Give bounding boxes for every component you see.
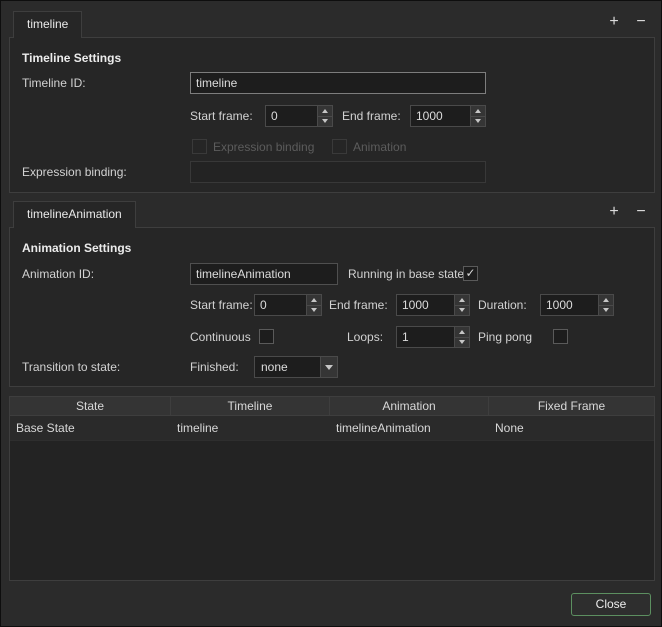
column-header-timeline: Timeline bbox=[171, 397, 330, 415]
spin-up-icon[interactable] bbox=[455, 327, 469, 338]
tab-timeline-animation[interactable]: timelineAnimation bbox=[13, 201, 136, 228]
spinner-buttons bbox=[470, 106, 485, 126]
column-header-fixed-frame: Fixed Frame bbox=[489, 397, 654, 415]
spin-down-icon[interactable] bbox=[599, 306, 613, 316]
spinner-buttons bbox=[598, 295, 613, 315]
animation-checkbox bbox=[332, 139, 347, 154]
states-table: State Timeline Animation Fixed Frame Bas… bbox=[9, 396, 655, 581]
spinner-buttons bbox=[454, 327, 469, 347]
minus-icon: − bbox=[636, 13, 645, 30]
anim-start-frame-value: 0 bbox=[255, 295, 306, 315]
spinner-buttons bbox=[317, 106, 332, 126]
spin-up-icon[interactable] bbox=[599, 295, 613, 306]
spin-up-icon[interactable] bbox=[471, 106, 485, 117]
close-button[interactable]: Close bbox=[571, 593, 651, 616]
tab-timeline-animation-label: timelineAnimation bbox=[27, 207, 122, 221]
transition-to-state-label: Transition to state: bbox=[22, 356, 120, 378]
spin-down-icon[interactable] bbox=[307, 306, 321, 316]
tab-timeline-label: timeline bbox=[27, 17, 68, 31]
timeline-id-input[interactable] bbox=[190, 72, 486, 94]
column-header-animation: Animation bbox=[330, 397, 489, 415]
check-icon: ✓ bbox=[465, 266, 475, 280]
start-frame-spinbox[interactable]: 0 bbox=[265, 105, 333, 127]
expression-binding-input bbox=[190, 161, 486, 183]
expression-binding-checkbox bbox=[192, 139, 207, 154]
animation-settings-title: Animation Settings bbox=[22, 241, 131, 255]
duration-value: 1000 bbox=[541, 295, 598, 315]
column-header-state: State bbox=[10, 397, 171, 415]
timeline-settings-title: Timeline Settings bbox=[22, 51, 121, 65]
spinner-buttons bbox=[306, 295, 321, 315]
add-animation-button[interactable]: + bbox=[604, 203, 624, 223]
cell-animation: timelineAnimation bbox=[330, 416, 489, 440]
start-frame-label: Start frame: bbox=[190, 105, 253, 127]
plus-icon: + bbox=[609, 13, 618, 30]
cell-timeline: timeline bbox=[171, 416, 330, 440]
spinner-buttons bbox=[454, 295, 469, 315]
anim-end-frame-spinbox[interactable]: 1000 bbox=[396, 294, 470, 316]
spin-up-icon[interactable] bbox=[307, 295, 321, 306]
add-timeline-button[interactable]: + bbox=[604, 13, 624, 33]
table-header-row: State Timeline Animation Fixed Frame bbox=[10, 397, 654, 416]
start-frame-value: 0 bbox=[266, 106, 317, 126]
expression-binding-label: Expression binding: bbox=[22, 161, 127, 183]
timeline-id-label: Timeline ID: bbox=[22, 72, 86, 94]
minus-icon: − bbox=[636, 203, 645, 220]
running-in-base-state-label: Running in base state bbox=[348, 263, 464, 285]
anim-end-frame-label: End frame: bbox=[329, 294, 388, 316]
spin-down-icon[interactable] bbox=[455, 306, 469, 316]
spin-down-icon[interactable] bbox=[318, 117, 332, 127]
end-frame-spinbox[interactable]: 1000 bbox=[410, 105, 486, 127]
plus-icon: + bbox=[609, 203, 618, 220]
loops-spinbox[interactable]: 1 bbox=[396, 326, 470, 348]
animation-checkbox-label: Animation bbox=[353, 136, 406, 158]
anim-start-frame-label: Start frame: bbox=[190, 294, 253, 316]
timeline-settings-dialog: timeline + − Timeline Settings Timeline … bbox=[0, 0, 662, 627]
remove-timeline-button[interactable]: − bbox=[631, 13, 651, 33]
timeline-settings-panel: Timeline Settings Timeline ID: Start fra… bbox=[9, 37, 655, 193]
table-row[interactable]: Base State timeline timelineAnimation No… bbox=[10, 416, 654, 441]
loops-value: 1 bbox=[397, 327, 454, 347]
end-frame-label: End frame: bbox=[342, 105, 401, 127]
ping-pong-checkbox[interactable] bbox=[553, 329, 568, 344]
animation-settings-panel: Animation Settings Animation ID: Running… bbox=[9, 227, 655, 387]
spin-up-icon[interactable] bbox=[318, 106, 332, 117]
cell-fixed-frame: None bbox=[489, 416, 654, 440]
loops-label: Loops: bbox=[347, 326, 383, 348]
chevron-down-icon bbox=[320, 357, 337, 377]
remove-animation-button[interactable]: − bbox=[631, 203, 651, 223]
spin-down-icon[interactable] bbox=[455, 338, 469, 348]
cell-state: Base State bbox=[10, 416, 171, 440]
duration-label: Duration: bbox=[478, 294, 527, 316]
continuous-label: Continuous bbox=[190, 326, 251, 348]
spin-down-icon[interactable] bbox=[471, 117, 485, 127]
animation-id-input[interactable] bbox=[190, 263, 338, 285]
running-in-base-state-checkbox[interactable]: ✓ bbox=[463, 266, 478, 281]
finished-label: Finished: bbox=[190, 356, 239, 378]
duration-spinbox[interactable]: 1000 bbox=[540, 294, 614, 316]
continuous-checkbox[interactable] bbox=[259, 329, 274, 344]
expression-binding-checkbox-label: Expression binding bbox=[213, 136, 314, 158]
anim-end-frame-value: 1000 bbox=[397, 295, 454, 315]
ping-pong-label: Ping pong bbox=[478, 326, 532, 348]
finished-value: none bbox=[255, 357, 320, 377]
finished-select[interactable]: none bbox=[254, 356, 338, 378]
tab-timeline[interactable]: timeline bbox=[13, 11, 82, 38]
end-frame-value: 1000 bbox=[411, 106, 470, 126]
anim-start-frame-spinbox[interactable]: 0 bbox=[254, 294, 322, 316]
spin-up-icon[interactable] bbox=[455, 295, 469, 306]
animation-id-label: Animation ID: bbox=[22, 263, 94, 285]
close-button-label: Close bbox=[596, 597, 627, 611]
